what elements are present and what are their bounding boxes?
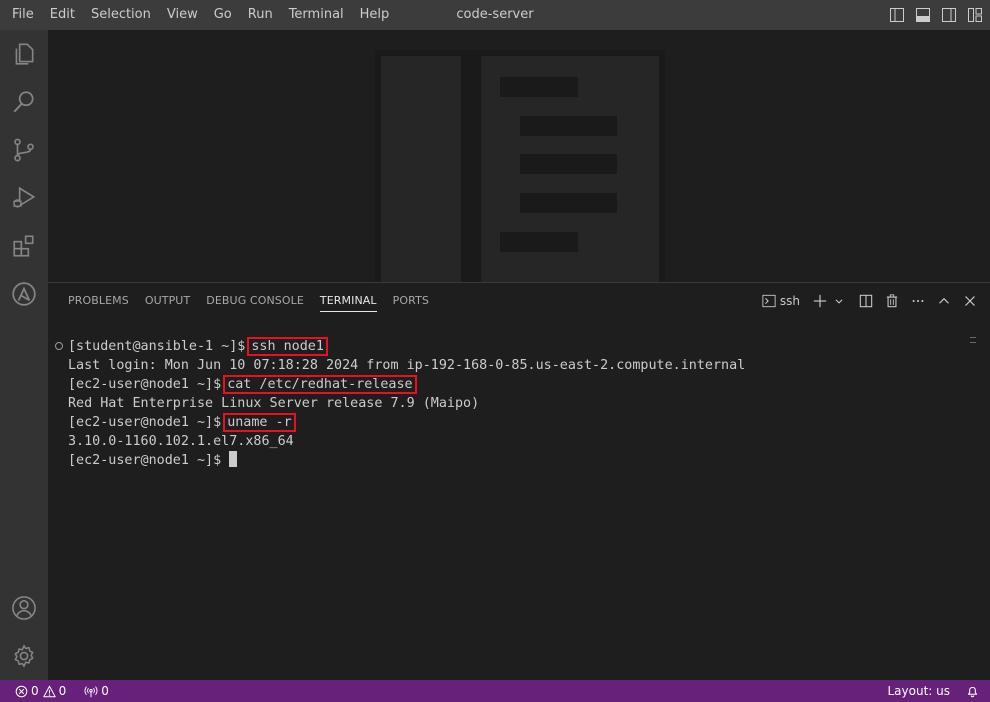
extensions-button[interactable]: [0, 222, 48, 270]
menu-selection[interactable]: Selection: [83, 0, 159, 30]
terminal-cursor: [229, 451, 238, 467]
kill-terminal-button[interactable]: [880, 290, 904, 312]
accounts-icon: [12, 596, 36, 620]
broadcast-icon: [84, 685, 98, 697]
terminal-icon: [762, 294, 776, 308]
menu-terminal[interactable]: Terminal: [281, 0, 352, 30]
tab-problems[interactable]: PROBLEMS: [60, 283, 137, 319]
activity-bar: [0, 30, 48, 680]
highlighted-command: ssh node1: [247, 337, 328, 356]
customize-layout-icon: [968, 8, 982, 22]
terminal-name: ssh: [779, 294, 800, 308]
tab-debug-console[interactable]: DEBUG CONSOLE: [198, 283, 312, 319]
run-debug-icon: [13, 186, 36, 208]
terminal-line[interactable]: [ec2-user@node1 ~]$: [68, 451, 238, 470]
panel: PROBLEMS OUTPUT DEBUG CONSOLE TERMINAL P…: [48, 282, 990, 680]
panel-tabs: PROBLEMS OUTPUT DEBUG CONSOLE TERMINAL P…: [60, 283, 437, 319]
close-icon: [965, 296, 975, 306]
status-bar-right: Layout: us: [882, 680, 984, 702]
customize-layout-button[interactable]: [962, 0, 988, 30]
close-panel-button[interactable]: [958, 290, 982, 312]
ellipsis-icon: [912, 299, 924, 303]
split-icon: [859, 294, 873, 308]
maximize-panel-button[interactable]: [932, 290, 956, 312]
manage-button[interactable]: [0, 632, 48, 680]
status-bar: 0 0 0 Layout: us: [0, 680, 990, 702]
terminal-line: [ec2-user@node1 ~]$ uname -r: [68, 413, 296, 432]
terminal-prompt: [ec2-user@node1 ~]$: [68, 453, 222, 468]
tab-output[interactable]: OUTPUT: [137, 283, 198, 319]
tab-terminal[interactable]: TERMINAL: [312, 283, 385, 319]
title-bar: File Edit Selection View Go Run Terminal…: [0, 0, 990, 30]
plus-icon: [813, 294, 827, 308]
error-count: 0: [31, 684, 39, 698]
scrollbar-marker: [970, 342, 976, 343]
toggle-panel-button[interactable]: [910, 0, 936, 30]
terminal-profiles-dropdown[interactable]: [832, 290, 846, 312]
run-debug-button[interactable]: [0, 174, 48, 222]
bell-icon: [967, 686, 978, 698]
search-button[interactable]: [0, 78, 48, 126]
command-decoration-icon[interactable]: [55, 342, 63, 350]
code-server-watermark-icon: [375, 50, 665, 282]
extensions-icon: [13, 235, 34, 257]
terminal-view[interactable]: [student@ansible-1 ~]$ ssh node1 Last log…: [48, 333, 978, 673]
terminal-output-line: Red Hat Enterprise Linux Server release …: [68, 396, 480, 411]
toggle-primary-sidebar-button[interactable]: [884, 0, 910, 30]
trash-icon: [886, 294, 898, 308]
scrollbar-marker: [970, 337, 976, 338]
tab-ports[interactable]: PORTS: [385, 283, 437, 319]
editor-area: [48, 30, 990, 282]
notifications-button[interactable]: [961, 680, 984, 702]
source-control-button[interactable]: [0, 126, 48, 174]
more-actions-button[interactable]: [906, 290, 930, 312]
toggle-secondary-sidebar-button[interactable]: [936, 0, 962, 30]
menu-go[interactable]: Go: [206, 0, 240, 30]
new-terminal-button[interactable]: [808, 290, 832, 312]
highlighted-command: uname -r: [223, 413, 296, 432]
menu-edit[interactable]: Edit: [42, 0, 83, 30]
chevron-up-icon: [939, 297, 949, 304]
explorer-icon: [15, 43, 34, 65]
layout-controls: [884, 0, 988, 30]
panel-actions: ssh: [760, 283, 982, 319]
secondary-sidebar-icon: [942, 8, 956, 22]
panel-icon: [916, 8, 930, 22]
split-terminal-button[interactable]: [854, 290, 878, 312]
menu-view[interactable]: View: [159, 0, 206, 30]
search-icon: [13, 91, 34, 113]
terminal-line: [student@ansible-1 ~]$ ssh node1: [68, 337, 328, 356]
ansible-icon: [12, 282, 36, 306]
chevron-down-icon: [835, 299, 843, 304]
terminal-prompt: [ec2-user@node1 ~]$: [68, 377, 222, 392]
terminal-selector[interactable]: ssh: [762, 290, 806, 312]
source-control-icon: [14, 138, 34, 162]
problems-status[interactable]: 0 0: [0, 680, 71, 702]
menu-bar: File Edit Selection View Go Run Terminal…: [0, 0, 397, 30]
ansible-button[interactable]: [0, 270, 48, 318]
highlighted-command: cat /etc/redhat-release: [223, 375, 417, 394]
warning-icon: [42, 685, 56, 697]
menu-file[interactable]: File: [4, 0, 42, 30]
error-icon: [15, 685, 28, 697]
explorer-button[interactable]: [0, 30, 48, 78]
terminal-output-line: Last login: Mon Jun 10 07:18:28 2024 fro…: [68, 358, 746, 373]
manage-gear-icon: [14, 644, 34, 668]
keyboard-layout-status[interactable]: Layout: us: [882, 680, 955, 702]
terminal-prompt: [student@ansible-1 ~]$: [68, 339, 246, 354]
ports-status[interactable]: 0: [79, 680, 114, 702]
warning-count: 0: [58, 684, 67, 698]
accounts-button[interactable]: [0, 584, 48, 632]
terminal-output-line: 3.10.0-1160.102.1.el7.x86_64: [68, 434, 294, 449]
menu-run[interactable]: Run: [240, 0, 281, 30]
menu-help[interactable]: Help: [352, 0, 398, 30]
primary-sidebar-icon: [890, 8, 904, 22]
ports-count: 0: [101, 684, 109, 698]
terminal-line: [ec2-user@node1 ~]$ cat /etc/redhat-relea…: [68, 375, 417, 394]
terminal-prompt: [ec2-user@node1 ~]$: [68, 415, 222, 430]
